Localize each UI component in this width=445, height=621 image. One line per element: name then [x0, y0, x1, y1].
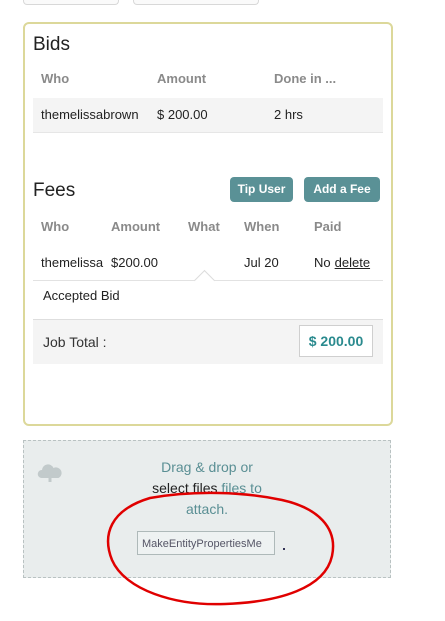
bids-col-done-in: Done in ... [274, 71, 337, 86]
job-total-value: $ 200.00 [299, 325, 373, 357]
fees-col-when: When [244, 219, 280, 234]
fee-when: Jul 20 [244, 255, 279, 270]
job-total-row: Job Total : $ 200.00 [33, 320, 383, 364]
fee-paid-value: No [314, 255, 331, 270]
job-panel: Bids Who Amount Done in ... themelissabr… [23, 22, 393, 426]
bid-amount: $ 200.00 [157, 107, 208, 122]
select-files-link[interactable]: select files [152, 480, 217, 496]
accepted-bid-text: Accepted Bid [43, 288, 120, 303]
fees-col-paid: Paid [314, 219, 342, 234]
fee-who: themelissa [41, 255, 104, 270]
top-tab-right[interactable] [133, 0, 259, 5]
tip-user-button[interactable]: Tip User [230, 177, 293, 202]
bids-table-header: Who Amount Done in ... [33, 60, 383, 99]
fees-table-header: Who Amount What When Paid [33, 208, 383, 247]
file-chip-dot [283, 548, 285, 550]
dropzone-line-2: select files files to [24, 480, 390, 496]
fee-description-row: Accepted Bid [33, 269, 383, 320]
uploaded-file-chip[interactable]: MakeEntityPropertiesMe [137, 531, 275, 555]
fees-col-amount: Amount [111, 219, 161, 234]
job-total-label: Job Total : [43, 334, 107, 350]
bid-who: themelissabrown [41, 107, 139, 122]
add-fee-button[interactable]: Add a Fee [304, 177, 380, 202]
top-tab-left[interactable] [23, 0, 119, 5]
bid-done-in: 2 hrs [274, 107, 303, 122]
fees-col-what: What [188, 219, 220, 234]
fees-col-who: Who [41, 219, 70, 234]
fee-delete-link[interactable]: delete [335, 255, 370, 270]
bids-col-amount: Amount [157, 71, 207, 86]
fees-title: Fees [33, 180, 76, 201]
bids-col-who: Who [41, 71, 70, 86]
dropzone-files-to: files to [221, 480, 262, 496]
dropzone-line-3: attach. [185, 501, 229, 517]
bids-title: Bids [33, 34, 70, 55]
fee-amount: $200.00 [111, 255, 158, 270]
dropzone-line-1: Drag & drop or [161, 459, 253, 475]
bids-table-row[interactable]: themelissabrown $ 200.00 2 hrs [33, 98, 383, 133]
file-dropzone[interactable]: Drag & drop or select files files to att… [23, 440, 391, 578]
fee-paid: No delete [314, 246, 370, 280]
